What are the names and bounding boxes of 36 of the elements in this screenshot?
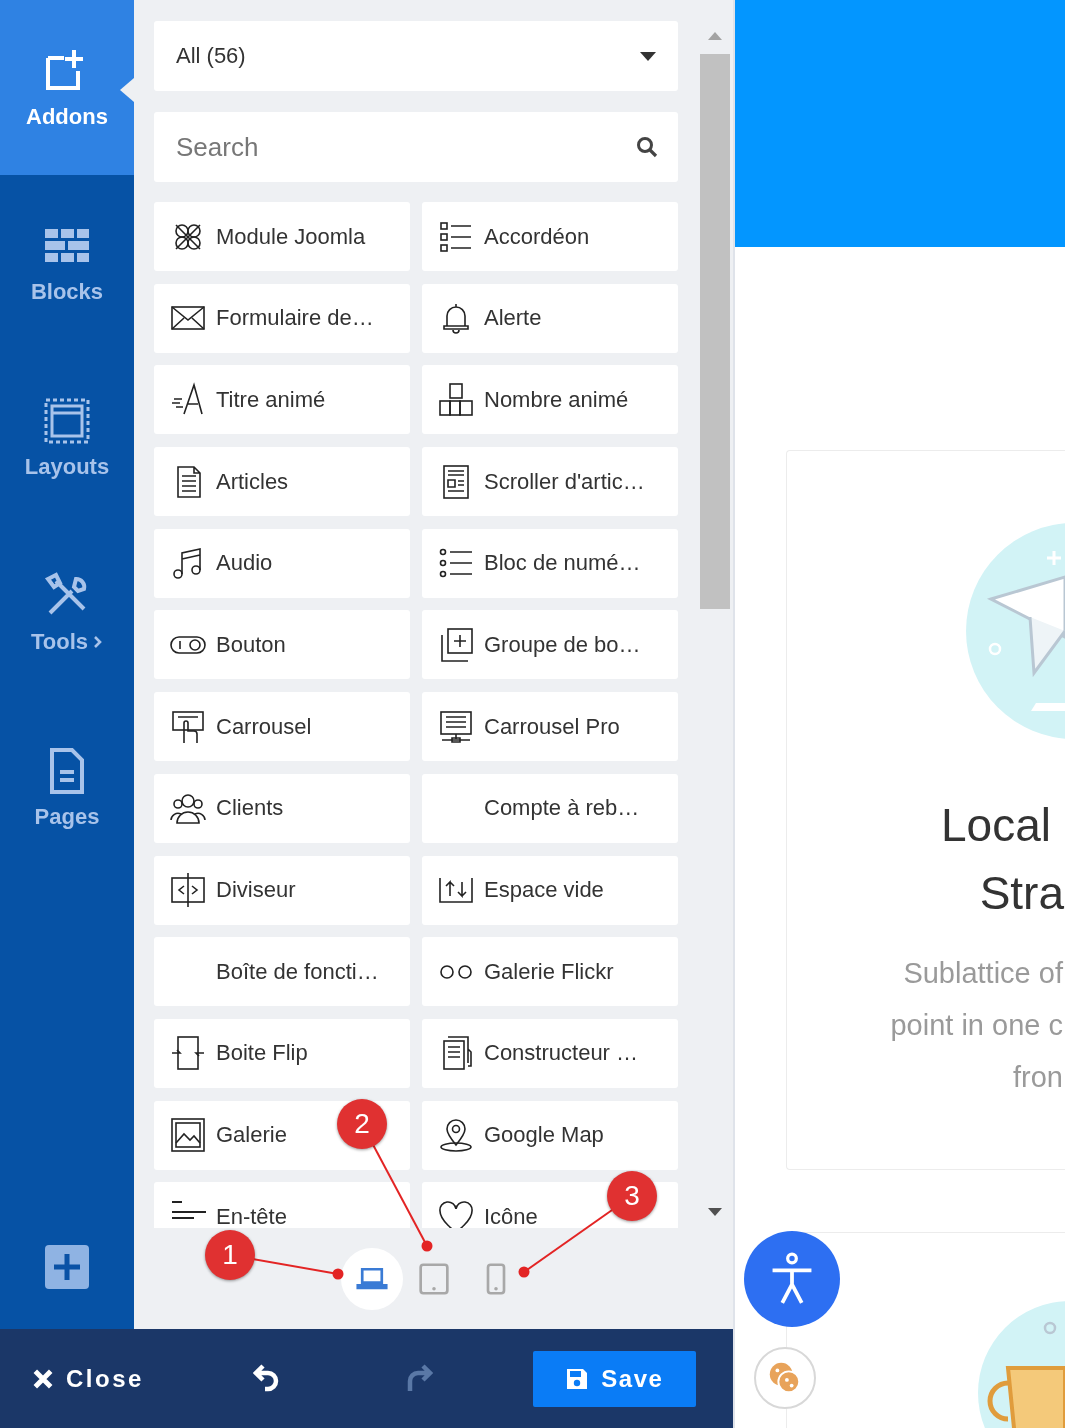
- addon-label: Galerie: [216, 1122, 287, 1149]
- addon-label: Espace vide: [484, 877, 604, 903]
- card-title-line: Local: [940, 798, 1052, 853]
- sidebar-label: Tools: [31, 628, 88, 655]
- addon-label: Scroller d'artic…: [484, 468, 645, 495]
- addon-label: Carrousel: [216, 713, 312, 740]
- sidebar-label: Layouts: [24, 453, 110, 480]
- addon-label: Accordéon: [484, 223, 590, 250]
- card-title-line: Stra: [978, 866, 1065, 921]
- card-text-line: fron: [1012, 1060, 1064, 1095]
- addon-label: Clients: [216, 795, 284, 822]
- addon-label: Boîte de foncti…: [216, 958, 379, 985]
- addon-label: Audio: [216, 550, 273, 577]
- addon-label: Google Map: [484, 1122, 604, 1149]
- addon-label: Icône: [484, 1203, 538, 1228]
- card-text-line: point in one c: [889, 1008, 1064, 1043]
- addon-label: Titre animé: [216, 386, 326, 413]
- sidebar-label: Pages: [34, 803, 100, 830]
- addon-label: Bloc de numé…: [484, 550, 641, 577]
- addon-label: Formulaire de…: [216, 305, 374, 332]
- addon-label: Alerte: [484, 305, 542, 332]
- sidebar-label: Blocks: [30, 278, 104, 305]
- addon-label: Nombre animé: [484, 386, 629, 413]
- addon-label: Compte à reb…: [484, 795, 640, 822]
- addon-label: Carrousel Pro: [484, 713, 620, 740]
- sidebar-label: Addons: [26, 103, 108, 130]
- card-text-line: Sublattice of: [902, 956, 1064, 991]
- addon-label: Articles: [216, 468, 289, 495]
- addon-label: Bouton: [216, 631, 286, 658]
- addon-label: Module Joomla: [216, 223, 366, 250]
- addon-label: Boite Flip: [216, 1040, 308, 1067]
- addon-label: Diviseur: [216, 877, 296, 903]
- addon-label: En-tête: [216, 1203, 287, 1228]
- addon-label: Galerie Flickr: [484, 958, 614, 985]
- addon-label: Constructeur …: [484, 1040, 639, 1067]
- addon-label: Groupe de bo…: [484, 631, 641, 658]
